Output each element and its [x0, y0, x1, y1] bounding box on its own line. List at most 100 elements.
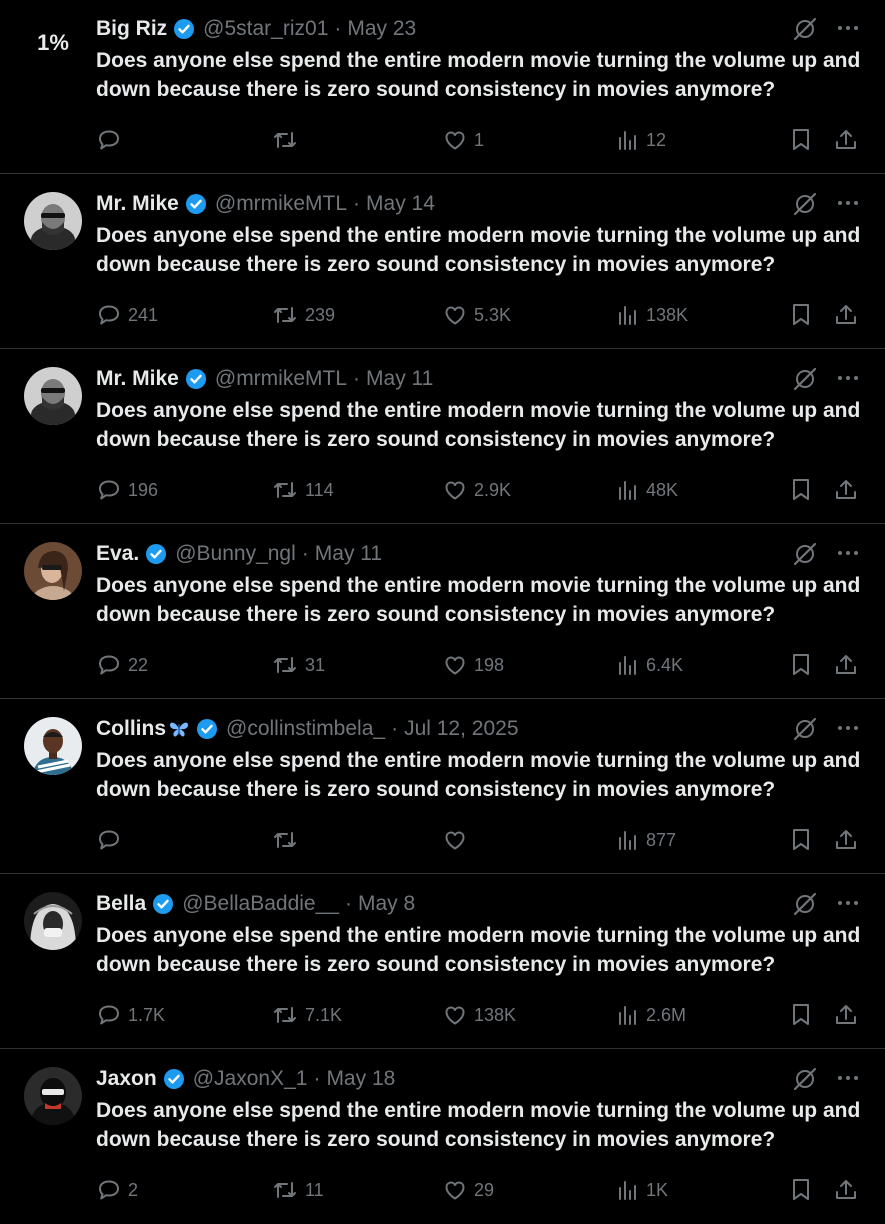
share-button[interactable] — [834, 824, 858, 856]
avatar[interactable] — [24, 542, 82, 600]
reply-button[interactable]: 22 — [96, 649, 148, 681]
tweet[interactable]: Mr. Mike @mrmikeMTL · May 14 Does anyone… — [0, 175, 885, 349]
like-button[interactable]: 5.3K — [442, 299, 511, 331]
bookmark-button[interactable] — [790, 299, 812, 331]
dot-separator: · — [391, 717, 399, 740]
timestamp[interactable]: May 8 — [358, 892, 415, 916]
timestamp[interactable]: May 18 — [326, 1067, 395, 1091]
grok-icon[interactable] — [792, 1066, 818, 1097]
bookmark-button[interactable] — [790, 1174, 812, 1206]
tweet-header: Bella @BellaBaddie__ · May 8 — [96, 889, 415, 919]
like-icon — [445, 131, 465, 150]
bookmark-button[interactable] — [790, 999, 812, 1031]
repost-button[interactable]: 239 — [271, 299, 335, 331]
tweet[interactable]: Eva. @Bunny_ngl · May 11 Does anyone els… — [0, 525, 885, 699]
avatar[interactable] — [24, 1067, 82, 1125]
repost-button[interactable]: 7.1K — [271, 999, 342, 1031]
display-name[interactable]: Bella — [96, 892, 146, 916]
share-button[interactable] — [834, 474, 858, 506]
bookmark-button[interactable] — [790, 649, 812, 681]
tweet[interactable]: Bella @BellaBaddie__ · May 8 Does anyone… — [0, 875, 885, 1049]
grok-icon[interactable] — [792, 891, 818, 922]
more-icon[interactable] — [836, 541, 860, 570]
avatar[interactable] — [24, 367, 82, 425]
views-button[interactable]: 12 — [616, 124, 666, 156]
tweet[interactable]: Jaxon @JaxonX_1 · May 18 Does anyone els… — [0, 1050, 885, 1224]
views-button[interactable]: 1K — [616, 1174, 668, 1206]
avatar[interactable] — [24, 717, 82, 775]
handle[interactable]: @mrmikeMTL — [215, 192, 347, 216]
avatar[interactable] — [24, 192, 82, 250]
views-icon — [619, 306, 636, 325]
tweet[interactable]: 1% Big Riz @5star_riz01 · May 23 Does an… — [0, 0, 885, 174]
views-button[interactable]: 6.4K — [616, 649, 683, 681]
handle[interactable]: @BellaBaddie__ — [182, 892, 339, 916]
share-button[interactable] — [834, 299, 858, 331]
handle[interactable]: @Bunny_ngl — [175, 542, 296, 566]
display-name[interactable]: Jaxon — [96, 1067, 157, 1091]
bookmark-button[interactable] — [790, 124, 812, 156]
display-name[interactable]: Collins — [96, 717, 166, 741]
more-icon[interactable] — [836, 366, 860, 395]
share-button[interactable] — [834, 649, 858, 681]
timestamp[interactable]: May 11 — [315, 542, 382, 566]
reply-button[interactable]: 2 — [96, 1174, 138, 1206]
more-icon[interactable] — [836, 891, 860, 920]
handle[interactable]: @JaxonX_1 — [193, 1067, 308, 1091]
repost-button[interactable] — [271, 824, 305, 856]
like-button[interactable]: 138K — [442, 999, 516, 1031]
more-icon[interactable] — [836, 16, 860, 45]
display-name[interactable]: Big Riz — [96, 17, 167, 41]
repost-button[interactable]: 31 — [271, 649, 325, 681]
grok-icon[interactable] — [792, 541, 818, 572]
repost-icon — [274, 132, 296, 148]
more-icon[interactable] — [836, 191, 860, 220]
reply-button[interactable]: 241 — [96, 299, 158, 331]
tweet-text: Does anyone else spend the entire modern… — [96, 1099, 861, 1151]
bookmark-button[interactable] — [790, 824, 812, 856]
views-button[interactable]: 48K — [616, 474, 678, 506]
views-button[interactable]: 138K — [616, 299, 688, 331]
display-name[interactable]: Mr. Mike — [96, 367, 179, 391]
reply-button[interactable]: 196 — [96, 474, 158, 506]
reply-button[interactable] — [96, 824, 128, 856]
reply-button[interactable]: 1.7K — [96, 999, 165, 1031]
reply-button[interactable] — [96, 124, 128, 156]
share-button[interactable] — [834, 124, 858, 156]
more-icon[interactable] — [836, 716, 860, 745]
handle[interactable]: @mrmikeMTL — [215, 367, 347, 391]
tweet-text: Does anyone else spend the entire modern… — [96, 749, 861, 801]
more-icon[interactable] — [836, 1066, 860, 1095]
repost-button[interactable]: 114 — [271, 474, 334, 506]
like-button[interactable]: 198 — [442, 649, 504, 681]
display-name[interactable]: Eva. — [96, 542, 139, 566]
repost-button[interactable] — [271, 124, 305, 156]
share-icon — [836, 1180, 856, 1199]
views-button[interactable]: 2.6M — [616, 999, 686, 1031]
like-button[interactable]: 2.9K — [442, 474, 511, 506]
grok-icon[interactable] — [792, 16, 818, 47]
timestamp[interactable]: May 23 — [347, 17, 416, 41]
repost-button[interactable]: 11 — [271, 1174, 324, 1206]
like-button[interactable]: 1 — [442, 124, 484, 156]
grok-icon[interactable] — [792, 716, 818, 747]
timestamp[interactable]: May 11 — [366, 367, 433, 391]
bookmark-icon — [793, 479, 809, 500]
handle[interactable]: @collinstimbela_ — [226, 717, 385, 741]
like-button[interactable]: 29 — [442, 1174, 494, 1206]
tweet[interactable]: Collins @collinstimbela_ · Jul 12, 2025 … — [0, 700, 885, 874]
share-button[interactable] — [834, 1174, 858, 1206]
bookmark-button[interactable] — [790, 474, 812, 506]
grok-icon[interactable] — [792, 366, 818, 397]
tweet[interactable]: Mr. Mike @mrmikeMTL · May 11 Does anyone… — [0, 350, 885, 524]
like-button[interactable] — [442, 824, 474, 856]
handle[interactable]: @5star_riz01 — [203, 17, 328, 41]
timestamp[interactable]: May 14 — [366, 192, 435, 216]
display-name[interactable]: Mr. Mike — [96, 192, 179, 216]
grok-icon[interactable] — [792, 191, 818, 222]
share-button[interactable] — [834, 999, 858, 1031]
like-count: 198 — [474, 654, 505, 675]
timestamp[interactable]: Jul 12, 2025 — [404, 717, 518, 741]
avatar[interactable] — [24, 892, 82, 950]
views-button[interactable]: 877 — [616, 824, 676, 856]
